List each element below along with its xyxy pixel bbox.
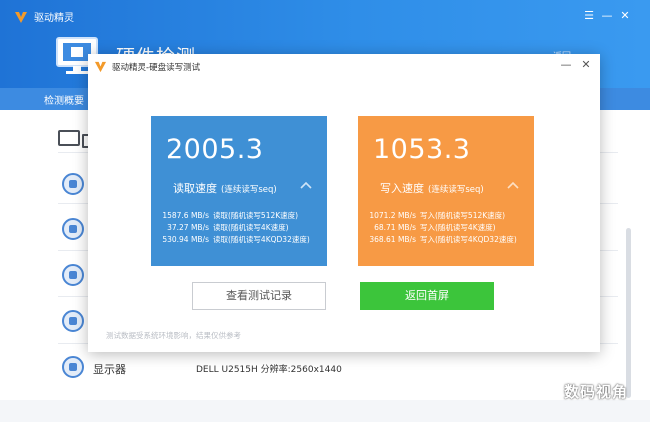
chevron-up-icon[interactable] — [506, 180, 520, 190]
read-speed-card: 2005.3 读取速度 (连续读写seq) 1587.6 MB/s 读取(随机读写… — [151, 116, 327, 266]
stat-desc: 读取(随机读写4KQD32速度) — [213, 235, 310, 244]
stat-row: 1587.6 MB/s 读取(随机读写512K速度) — [157, 210, 327, 222]
dialog-close-icon[interactable]: ✕ — [580, 59, 592, 71]
app-title: 驱动精灵 — [34, 13, 74, 24]
monitor-icon — [62, 356, 84, 378]
disclaimer-text: 测试数据受系统环境影响，结果仅供参考 — [106, 331, 241, 340]
watermark-text: 数码视角 — [564, 382, 629, 401]
stat-desc: 读取(随机读写512K速度) — [213, 211, 299, 220]
minimize-icon[interactable]: — — [600, 9, 614, 23]
stat-value: 1587.6 MB/s — [162, 211, 209, 220]
stat-value: 37.27 MB/s — [167, 223, 209, 232]
menu-icon[interactable]: ☰ — [582, 9, 596, 23]
return-home-button[interactable]: 返回首屏 — [360, 282, 494, 310]
display-value: DELL U2515H 分辨率:2560x1440 — [196, 365, 342, 375]
chevron-up-icon[interactable] — [299, 180, 313, 190]
stat-value: 368.61 MB/s — [369, 235, 416, 244]
close-icon[interactable]: ✕ — [618, 9, 632, 23]
scrollbar[interactable] — [626, 228, 631, 398]
watermark: 数码视角 — [534, 381, 628, 401]
read-speed-value: 2005.3 — [166, 134, 264, 165]
read-speed-label: 读取速度 (连续读写seq) — [173, 180, 277, 196]
write-speed-card: 1053.3 写入速度 (连续读写seq) 1071.2 MB/s 写入(随机读写… — [358, 116, 534, 266]
write-speed-value: 1053.3 — [373, 134, 471, 165]
read-sub-label: (连续读写seq) — [221, 185, 277, 195]
write-speed-label: 写入速度 (连续读写seq) — [380, 180, 484, 196]
stat-row: 530.94 MB/s 读取(随机读写4KQD32速度) — [157, 234, 327, 246]
write-sub-label: (连续读写seq) — [428, 185, 484, 195]
view-history-button[interactable]: 查看测试记录 — [192, 282, 326, 310]
computer-icon — [58, 130, 80, 146]
stat-desc: 写入(随机读写512K速度) — [420, 211, 506, 220]
dialog-logo-icon — [94, 61, 107, 73]
audio-icon — [62, 310, 84, 332]
stat-row: 1071.2 MB/s 写入(随机读写512K速度) — [364, 210, 534, 222]
read-label-text: 读取速度 — [173, 182, 217, 195]
disk-test-dialog: 驱动精灵-硬盘读写测试 — ✕ 2005.3 读取速度 (连续读写seq) 158… — [88, 54, 600, 352]
harddisk-icon — [62, 218, 84, 240]
stat-desc: 写入(随机读写4K速度) — [420, 223, 496, 232]
display-label: 显示器 — [93, 363, 126, 376]
stat-desc: 读取(随机读写4K速度) — [213, 223, 289, 232]
write-label-text: 写入速度 — [380, 182, 424, 195]
wechat-icon — [535, 382, 559, 400]
stat-value: 1071.2 MB/s — [369, 211, 416, 220]
dialog-minimize-icon[interactable]: — — [560, 59, 572, 71]
cpu-icon — [62, 173, 84, 195]
write-stats: 1071.2 MB/s 写入(随机读写512K速度) 68.71 MB/s 写入… — [364, 210, 534, 246]
stat-row: 368.61 MB/s 写入(随机读写4KQD32速度) — [364, 234, 534, 246]
dialog-title: 驱动精灵-硬盘读写测试 — [112, 63, 201, 73]
status-area — [0, 400, 650, 422]
graphics-card-icon — [62, 264, 84, 286]
app-logo-icon — [15, 12, 27, 23]
stat-row: 37.27 MB/s 读取(随机读写4K速度) — [157, 222, 327, 234]
stat-value: 68.71 MB/s — [374, 223, 416, 232]
tab-overview[interactable]: 检测概要 — [44, 92, 84, 107]
stat-row: 68.71 MB/s 写入(随机读写4K速度) — [364, 222, 534, 234]
stat-desc: 写入(随机读写4KQD32速度) — [420, 235, 517, 244]
stat-value: 530.94 MB/s — [162, 235, 209, 244]
read-stats: 1587.6 MB/s 读取(随机读写512K速度) 37.27 MB/s 读取… — [157, 210, 327, 246]
